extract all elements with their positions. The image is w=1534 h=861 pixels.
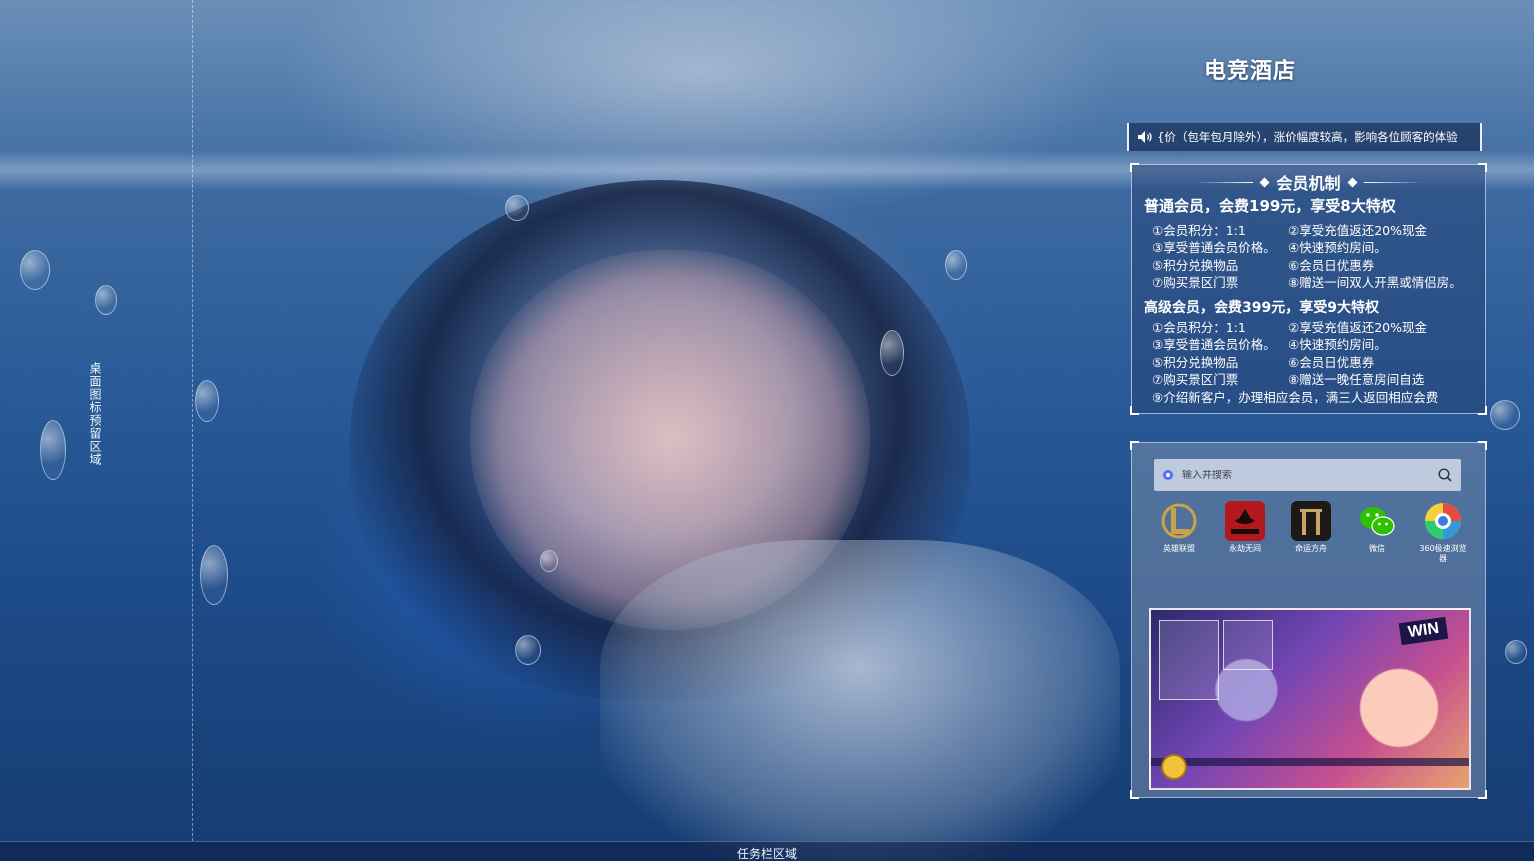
360-browser-icon[interactable] (1423, 501, 1463, 541)
perk-item: ③享受普通会员价格。 (1152, 240, 1276, 256)
perk-item: ⑤积分兑换物品 (1152, 354, 1239, 370)
perk-item: ⑧赠送一间双人开黑或情侣房。 (1288, 275, 1462, 291)
perk-item: ④快速预约房间。 (1288, 240, 1387, 256)
perk-item: ④快速预约房间。 (1288, 337, 1387, 353)
perk-item: ⑨介绍新客户，办理相应会员，满三人返回相应会费 (1152, 389, 1439, 405)
search-icon[interactable] (1437, 467, 1453, 483)
perk-list-regular: ①会员积分：1:1 ②享受充值返还20%现金 ③享受普通会员价格。 ④快速预约房间。… (1152, 222, 1482, 292)
perk-row: ⑤积分兑换物品 ⑥会员日优惠券 (1152, 257, 1482, 274)
banner-panel (1159, 620, 1219, 700)
perk-row: ⑦购买景区门票 ⑧赠送一间双人开黑或情侣房。 (1152, 274, 1482, 291)
app-label: 微信 (1369, 544, 1385, 553)
frame-corner (1478, 790, 1487, 799)
app-shortcut-naraka[interactable]: 永劫无间 (1212, 501, 1278, 564)
bubble (200, 545, 228, 605)
search-engine-icon[interactable] (1162, 469, 1174, 481)
perk-list-premium: ①会员积分：1:1 ②享受充值返还20%现金 ③享受普通会员价格。 ④快速预约房间。… (1152, 319, 1482, 406)
frame-corner (1130, 406, 1139, 415)
desktop-icon-zone: 桌面图标预留区域 (0, 0, 193, 841)
membership-panel: 会员机制 普通会员，会费199元，享受8大特权 ①会员积分：1:1 ②享受充值返还… (1130, 163, 1487, 415)
wallpaper-shirt (600, 540, 1120, 861)
coin-icon (1161, 754, 1187, 780)
perk-item: ⑦购买景区门票 (1152, 275, 1239, 291)
perk-item: ⑦购买景区门票 (1152, 372, 1239, 388)
perk-item: ⑥会员日优惠券 (1288, 257, 1375, 273)
wechat-icon[interactable] (1357, 501, 1397, 541)
banner-panel (1223, 620, 1273, 670)
membership-title: 会员机制 (1276, 174, 1341, 193)
app-shortcuts: 英雄联盟 永劫无间 命运方舟 微信 360极速浏览器 (1146, 501, 1476, 564)
perk-row: ③享受普通会员价格。 ④快速预约房间。 (1152, 239, 1482, 256)
perk-item: ②享受充值返还20%现金 (1288, 223, 1427, 238)
taskbar-zone-label: 任务栏区域 (736, 847, 797, 861)
perk-item: ①会员积分：1:1 (1152, 223, 1246, 238)
bubble (880, 330, 904, 376)
frame-corner (1478, 441, 1487, 450)
app-shortcut-league-of-legends[interactable]: 英雄联盟 (1146, 501, 1212, 564)
game-ad-banner[interactable]: WIN (1149, 608, 1471, 790)
frame-corner (1478, 406, 1487, 415)
hotel-title: 电竞酒店 (1203, 59, 1296, 84)
banner-stripe (1151, 758, 1469, 766)
membership-title-row: 会员机制 (1132, 170, 1485, 194)
wallpaper-hair (350, 180, 970, 700)
perk-row: ⑦购买景区门票 ⑧赠送一晚任意房间自选 (1152, 371, 1482, 388)
bubble (1505, 640, 1527, 664)
bubble (505, 195, 529, 221)
bubble (195, 380, 219, 422)
frame-corner (1130, 790, 1139, 799)
perk-row: ⑤积分兑换物品 ⑥会员日优惠券 (1152, 354, 1482, 371)
perk-row: ①会员积分：1:1 ②享受充值返还20%现金 (1152, 319, 1482, 336)
tier-heading-regular: 普通会员，会费199元，享受8大特权 (1144, 197, 1396, 215)
perk-item: ⑧赠送一晚任意房间自选 (1288, 372, 1425, 388)
league-of-legends-icon[interactable] (1159, 501, 1199, 541)
perk-row: ⑨介绍新客户，办理相应会员，满三人返回相应会费 (1152, 389, 1482, 406)
launcher-panel: 英雄联盟 永劫无间 命运方舟 (1130, 441, 1487, 799)
frame-corner (1130, 441, 1139, 450)
app-label: 360极速浏览器 (1419, 544, 1467, 563)
notice-text: {价（包年包月除外），涨价幅度较高，影响各位顾客的体验 (1157, 130, 1458, 144)
search-bar (1154, 459, 1461, 491)
bubble (515, 635, 541, 665)
lost-ark-icon[interactable] (1291, 501, 1331, 541)
bubble (1490, 400, 1520, 430)
speaker-icon (1138, 131, 1152, 143)
app-label: 命运方舟 (1295, 544, 1327, 553)
banner-win-badge: WIN (1398, 616, 1449, 646)
perk-item: ⑥会员日优惠券 (1288, 354, 1375, 370)
taskbar-zone: 任务栏区域 (0, 841, 1534, 861)
desktop-icon-zone-label: 桌面图标预留区域 (88, 362, 102, 466)
divider (1193, 181, 1254, 183)
divider (1363, 181, 1424, 183)
perk-item: ⑤积分兑换物品 (1152, 257, 1239, 273)
naraka-icon[interactable] (1225, 501, 1265, 541)
app-shortcut-360-browser[interactable]: 360极速浏览器 (1410, 501, 1476, 564)
diamond-icon (1260, 177, 1270, 187)
perk-item: ②享受充值返还20%现金 (1288, 320, 1427, 335)
tier-heading-premium: 高级会员，会费399元，享受9大特权 (1144, 300, 1379, 316)
app-shortcut-lost-ark[interactable]: 命运方舟 (1278, 501, 1344, 564)
app-label: 永劫无间 (1229, 544, 1261, 553)
app-shortcut-wechat[interactable]: 微信 (1344, 501, 1410, 564)
perk-row: ③享受普通会员价格。 ④快速预约房间。 (1152, 336, 1482, 353)
perk-row: ①会员积分：1:1 ②享受充值返还20%现金 (1152, 222, 1482, 239)
bubble (945, 250, 967, 280)
notice-bar: {价（包年包月除外），涨价幅度较高，影响各位顾客的体验 (1127, 123, 1482, 151)
perk-item: ③享受普通会员价格。 (1152, 337, 1276, 353)
bubble (540, 550, 558, 572)
search-input[interactable] (1182, 469, 1437, 481)
perk-item: ①会员积分：1:1 (1152, 320, 1246, 335)
app-label: 英雄联盟 (1163, 544, 1195, 553)
diamond-icon (1347, 177, 1357, 187)
wallpaper-face (470, 250, 870, 630)
